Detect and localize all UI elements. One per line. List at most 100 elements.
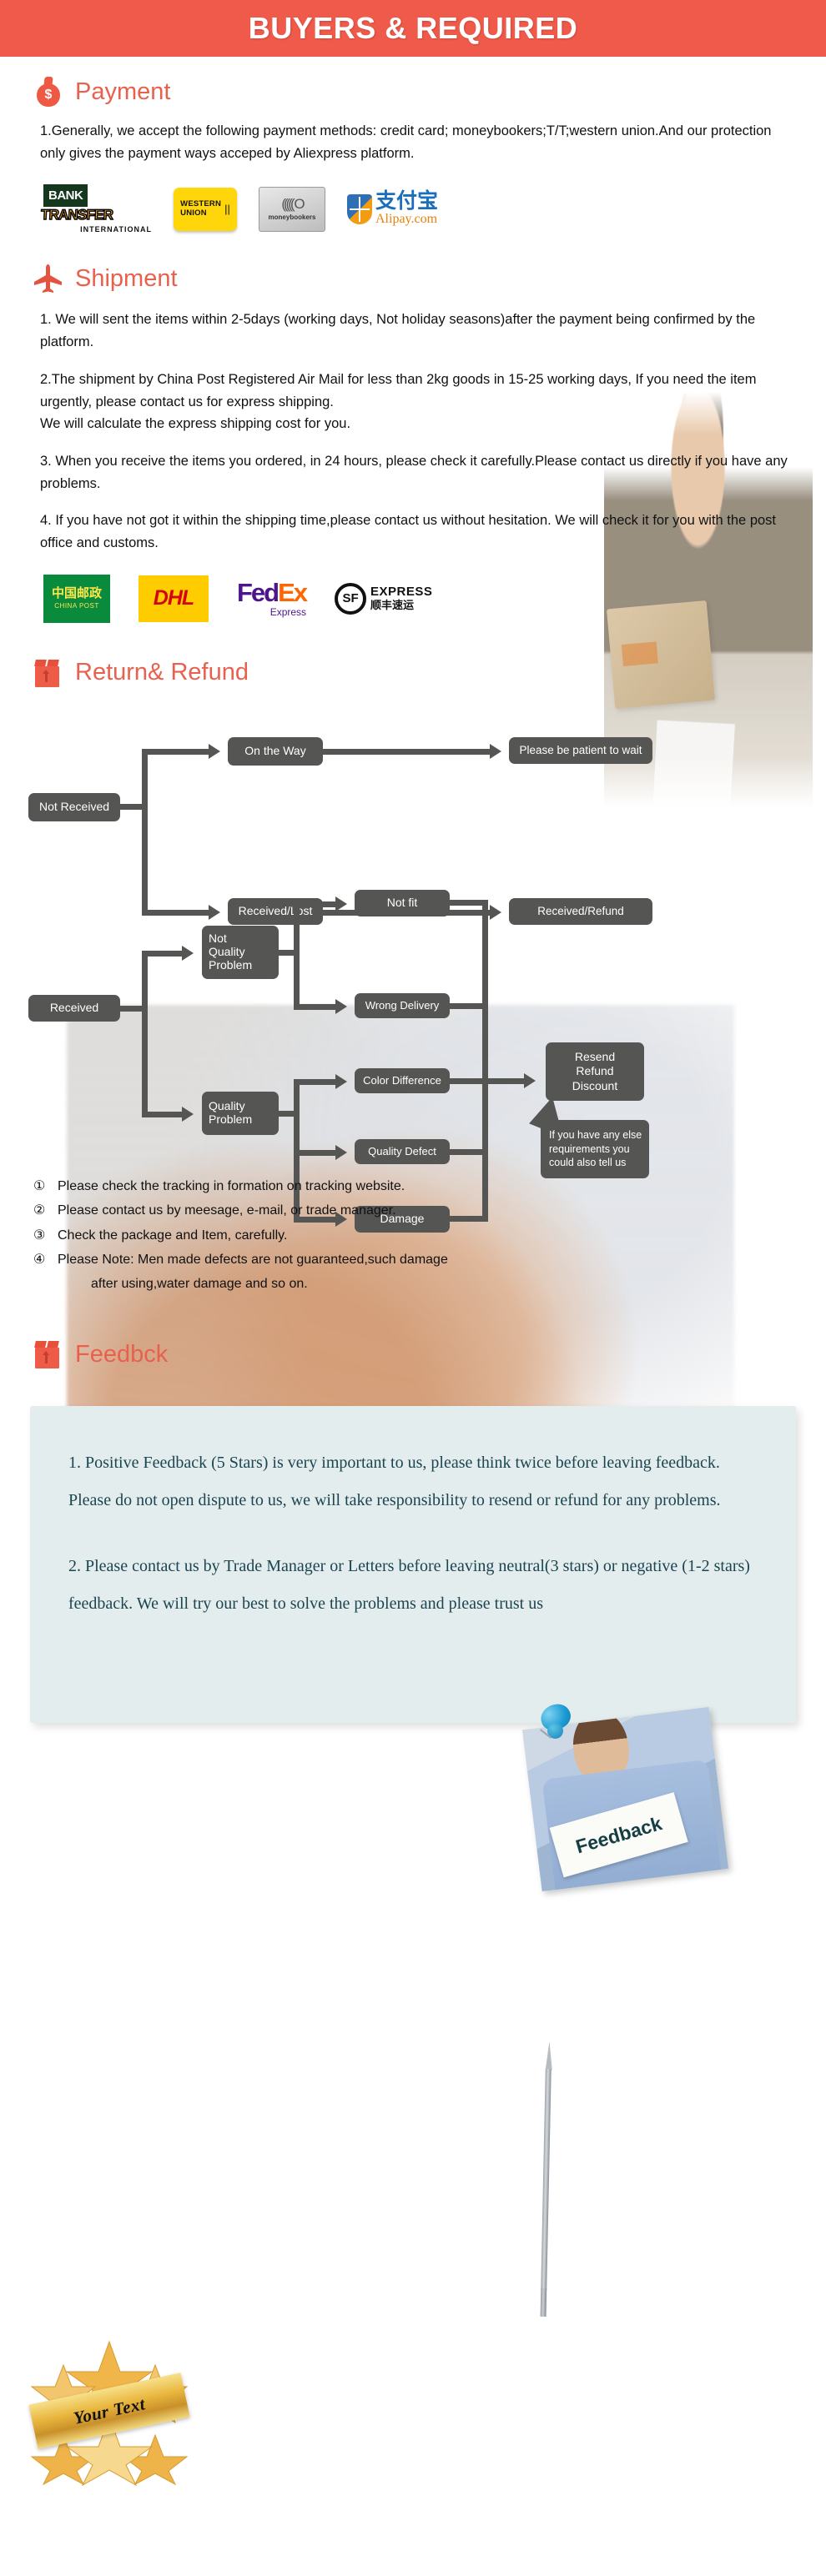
return-section-header: Return& Refund (0, 656, 826, 690)
flow-arrow-6 (182, 1106, 194, 1122)
dhl-logo: DHL (139, 575, 209, 622)
fedex-logo: FedEx Express (237, 577, 308, 618)
payment-section-header: $ Payment (0, 75, 826, 108)
payment-paragraph-1: 1.Generally, we accept the following pay… (40, 123, 772, 161)
flow-node-resend-refund-discount: Resend Refund Discount (546, 1042, 644, 1101)
flow-arrow-4 (490, 904, 501, 920)
china-post-logo: 中国邮政 CHINA POST (43, 574, 110, 623)
feedback-title: Feedbck (75, 1340, 169, 1368)
fedex-sub: Express (269, 605, 307, 618)
alipay-shield-icon (347, 193, 372, 224)
sf-chinese: 顺丰速运 (370, 599, 415, 612)
badge-label: Your Text (71, 2393, 148, 2428)
return-notes: ① Please check the tracking in formation… (0, 1177, 826, 1295)
return-note-continuation: after using,water damage and so on. (91, 1277, 308, 1292)
flow-node-please-wait: Please be patient to wait (509, 736, 652, 764)
your-text-badge: Your Text (28, 2337, 190, 2487)
return-note-2: ② Please contact us by meesage, e-mail, … (33, 1201, 826, 1221)
moneybookers-label: moneybookers (268, 213, 316, 222)
return-note-1-text: Please check the tracking in formation o… (58, 1178, 405, 1193)
return-note-1-num: ① (33, 1178, 46, 1193)
dhl-label: DHL (153, 586, 194, 610)
flow-node-received: Received (28, 994, 120, 1022)
flow-conn-5 (142, 909, 209, 916)
alipay-chinese: 支付宝 (375, 189, 439, 213)
flow-conn-3 (142, 748, 209, 755)
shipment-paragraph-2: 2.The shipment by China Post Registered … (40, 371, 757, 409)
flow-arrow-5 (182, 945, 194, 961)
flow-conn-25 (482, 899, 488, 1222)
fedex-ex: Ex (278, 577, 308, 607)
flow-arrow-7 (335, 896, 347, 911)
flow-node-quality-problem: Quality Problem (202, 1091, 279, 1135)
parcel-box (606, 600, 716, 710)
flow-arrow-1 (209, 743, 220, 759)
return-note-3-num: ③ (33, 1228, 46, 1243)
payment-logo-row: BANKTRANSFER INTERNATIONAL WESTERN UNION… (0, 184, 826, 233)
shipment-section-header: Shipment (0, 262, 826, 295)
flow-node-not-received: Not Received (28, 792, 120, 821)
flow-node-callout: If you have any else requirements you co… (541, 1119, 649, 1178)
feedback-section-header: Feedbck (0, 1338, 826, 1371)
flow-node-wrong-delivery: Wrong Delivery (355, 992, 450, 1018)
western-union-line2: UNION (180, 208, 207, 218)
flow-arrow-10 (335, 1144, 347, 1160)
china-post-chinese: 中国邮政 (51, 586, 102, 601)
flow-arrow-12 (524, 1072, 536, 1088)
flow-node-on-the-way: On the Way (228, 736, 323, 766)
return-note-4-num: ④ (33, 1252, 46, 1267)
sf-express-logo: SF EXPRESS 顺丰速运 (335, 582, 433, 615)
shipment-text: 1. We will sent the items within 2-5days… (0, 309, 826, 554)
shipment-paragraph-4: 3. When you receive the items you ordere… (40, 454, 788, 491)
flow-conn-10 (142, 1111, 182, 1117)
return-flowchart: Not Received On the Way Please be patien… (0, 710, 826, 1233)
flow-arrow-3 (209, 904, 220, 920)
western-union-logo: WESTERN UNION || (174, 187, 237, 231)
sf-english: EXPRESS (370, 584, 433, 599)
fedex-fed: Fed (237, 577, 280, 607)
pencil-icon (538, 2041, 556, 2317)
feedback-paragraph-2: 2. Please contact us by Trade Manager or… (68, 1557, 750, 1614)
return-note-2-num: ② (33, 1203, 46, 1218)
moneybookers-logo: ((((( O moneybookers (259, 186, 325, 232)
flow-conn-14 (294, 1003, 335, 1010)
return-note-1: ① Please check the tracking in formation… (33, 1177, 826, 1197)
bank-transfer-sub: INTERNATIONAL (80, 225, 152, 234)
return-box-icon (32, 656, 65, 690)
pushpin-icon (536, 1700, 576, 1748)
shipment-title: Shipment (75, 264, 178, 292)
return-note-4-text: Please Note: Men made defects are not gu… (58, 1252, 448, 1267)
bank-transfer-accent: TRANSFER (40, 207, 114, 223)
feedback-panel: 1. Positive Feedback (5 Stars) is very i… (30, 1406, 796, 1724)
payment-text: 1.Generally, we accept the following pay… (0, 120, 826, 164)
flow-arrow-9 (335, 1073, 347, 1089)
flow-conn-17 (294, 1078, 335, 1085)
return-note-3-text: Check the package and Item, carefully. (58, 1228, 288, 1243)
flow-conn-13 (294, 901, 335, 907)
page-header: BUYERS & REQUIRED (0, 0, 826, 57)
return-note-3: ③ Check the package and Item, carefully. (33, 1226, 826, 1246)
flow-conn-2 (142, 748, 148, 916)
flow-node-not-quality-problem: Not Quality Problem (202, 925, 279, 979)
feedback-paragraph-1: 1. Positive Feedback (5 Stars) is very i… (68, 1454, 721, 1510)
moneybookers-rings-icon: ((((( O (281, 196, 305, 213)
sf-mark-icon: SF (335, 582, 367, 615)
shipment-paragraph-1: 1. We will sent the items within 2-5days… (40, 312, 756, 350)
alipay-logo: 支付宝 Alipay.com (347, 191, 438, 227)
airplane-icon (32, 262, 65, 295)
return-note-2-text: Please contact us by meesage, e-mail, or… (58, 1203, 396, 1218)
return-title: Return& Refund (75, 659, 249, 686)
flow-conn-26 (482, 1077, 524, 1084)
flow-node-received-refund: Received/Refund (509, 897, 652, 925)
flow-arrow-8 (335, 998, 347, 1014)
bank-transfer-logo: BANKTRANSFER INTERNATIONAL (40, 184, 152, 234)
flow-conn-9 (142, 950, 182, 957)
alipay-domain: Alipay.com (375, 212, 438, 227)
flow-node-color-difference: Color Difference (355, 1067, 450, 1093)
feedback-box-icon (32, 1338, 65, 1371)
shipment-paragraph-3: We will calculate the express shipping c… (40, 416, 351, 432)
return-note-4: ④ Please Note: Men made defects are not … (33, 1250, 826, 1270)
shipment-paragraph-5: 4. If you have not got it within the shi… (40, 513, 777, 551)
flow-node-not-fit: Not fit (355, 889, 450, 916)
payment-title: Payment (75, 78, 171, 105)
